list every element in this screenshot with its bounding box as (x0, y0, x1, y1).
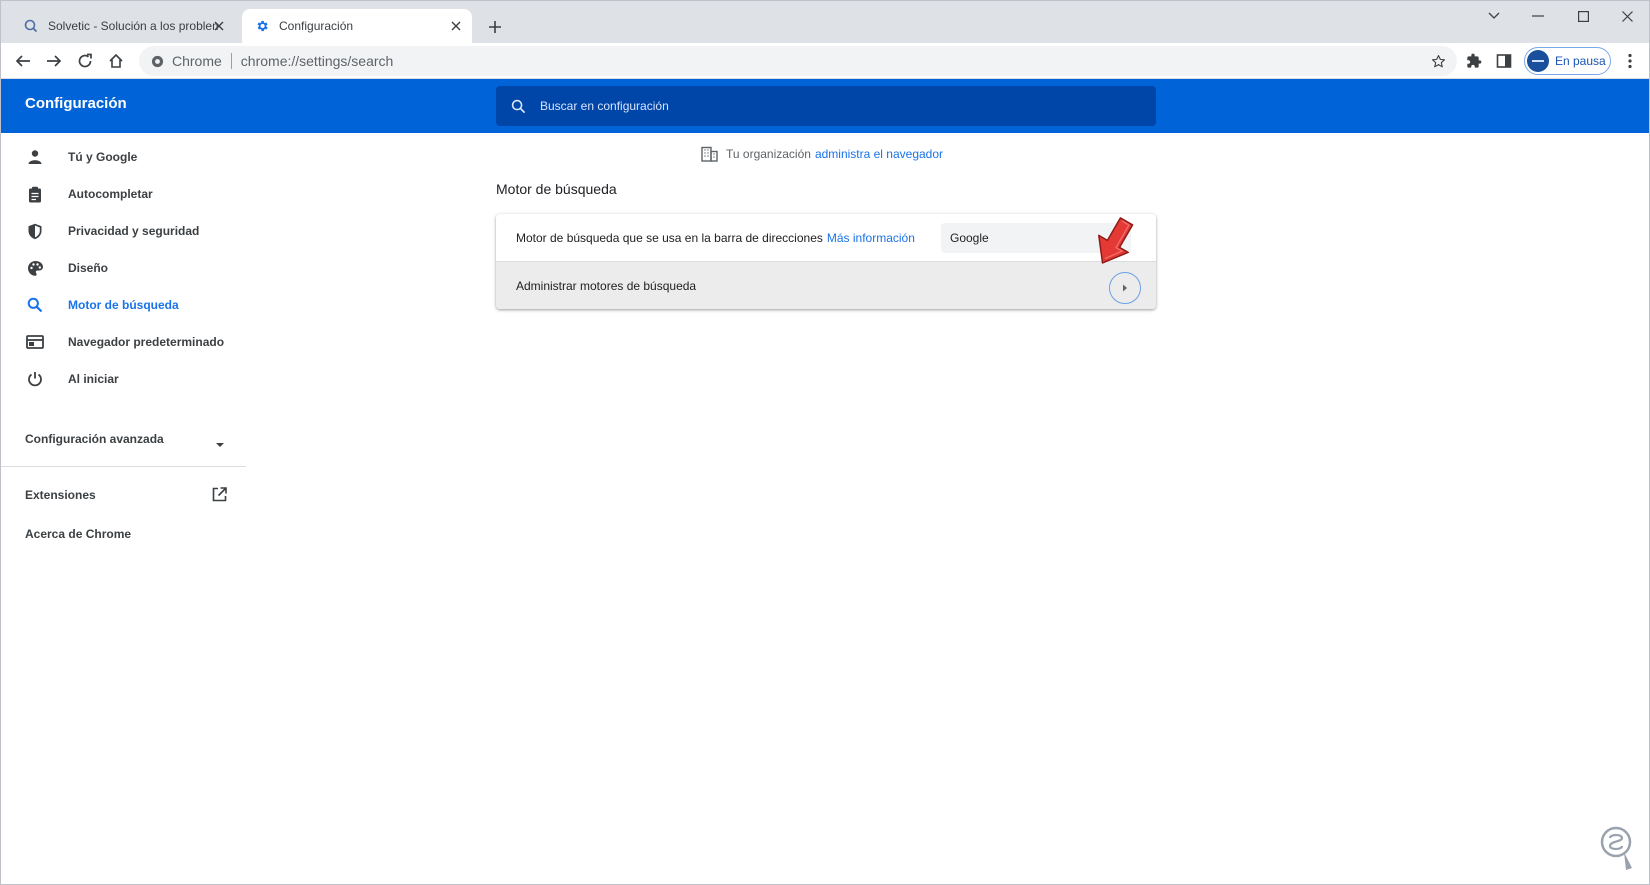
managed-link[interactable]: administra el navegador (815, 147, 943, 161)
clipboard-icon (25, 184, 45, 204)
minimize-icon[interactable] (1515, 1, 1561, 31)
side-panel-icon[interactable] (1490, 47, 1518, 75)
back-icon[interactable] (9, 47, 37, 75)
sidebar-item-on-startup[interactable]: Al iniciar (1, 360, 246, 398)
url-text[interactable]: chrome://settings/search (241, 53, 394, 69)
site-info[interactable]: Chrome (151, 53, 222, 69)
extensions-label: Extensiones (25, 488, 96, 502)
caret-down-icon[interactable] (215, 435, 225, 453)
open-subpage-button[interactable] (1109, 272, 1141, 304)
extensions-puzzle-icon[interactable] (1460, 47, 1488, 75)
shield-icon (25, 221, 45, 241)
tab-title: Solvetic - Solución a los problem (48, 19, 218, 33)
tab-search-icon[interactable] (1471, 1, 1517, 31)
avatar (1527, 50, 1549, 72)
search-icon (508, 96, 528, 116)
close-tab-icon[interactable] (211, 18, 227, 34)
sidebar-item-label: Autocompletar (68, 187, 153, 201)
sidebar-item-appearance[interactable]: Diseño (1, 249, 246, 287)
search-engine-card: Motor de búsqueda que se usa en la barra… (496, 214, 1156, 309)
about-label: Acerca de Chrome (25, 527, 132, 541)
managed-text: Tu organización (726, 147, 811, 161)
building-icon (701, 146, 718, 162)
tab-solvetic[interactable]: Solvetic - Solución a los problem (13, 9, 235, 43)
advanced-label: Configuración avanzada (25, 432, 164, 446)
tab-title: Configuración (279, 19, 354, 33)
gear-icon (254, 18, 270, 34)
power-icon (25, 369, 45, 389)
section-title: Motor de búsqueda (496, 181, 617, 197)
tab-strip: Solvetic - Solución a los problem Config… (1, 1, 1649, 43)
learn-more-link[interactable]: Más información (827, 231, 915, 245)
person-icon (25, 147, 45, 167)
solvetic-logo-icon (1600, 826, 1632, 870)
profile-button[interactable]: En pausa (1524, 47, 1611, 75)
reload-icon[interactable] (71, 47, 99, 75)
sidebar-item-label: Privacidad y seguridad (68, 224, 200, 238)
sidebar-item-privacy[interactable]: Privacidad y seguridad (1, 212, 246, 250)
profile-status: En pausa (1555, 54, 1606, 68)
page-title: Configuración (25, 95, 127, 112)
external-link-icon[interactable] (212, 487, 227, 507)
browser-icon (25, 332, 45, 352)
settings-header: Configuración Buscar en configuración (1, 79, 1649, 133)
sidebar-divider (1, 466, 246, 467)
sidebar-item-label: Tú y Google (68, 150, 138, 164)
engine-row: Motor de búsqueda que se usa en la barra… (496, 214, 1156, 261)
tab-configuracion[interactable]: Configuración (242, 9, 472, 43)
bookmark-star-icon[interactable] (1427, 50, 1449, 72)
forward-icon[interactable] (40, 47, 68, 75)
settings-search-input[interactable]: Buscar en configuración (496, 86, 1156, 126)
engine-label: Motor de búsqueda que se usa en la barra… (516, 230, 823, 245)
manage-label: Administrar motores de búsqueda (516, 278, 697, 293)
close-tab-icon[interactable] (448, 18, 464, 34)
sidebar-item-label: Diseño (68, 261, 109, 275)
pointer-arrow-icon (1098, 217, 1134, 264)
site-label: Chrome (172, 53, 222, 69)
manage-search-engines-row[interactable]: Administrar motores de búsqueda (496, 261, 1156, 309)
maximize-icon[interactable] (1560, 1, 1606, 31)
managed-notice: Tu organización administra el navegador (701, 144, 943, 164)
search-icon (25, 295, 45, 315)
palette-icon (25, 258, 45, 278)
sidebar-item-extensions[interactable]: Extensiones (25, 488, 96, 502)
new-tab-icon[interactable] (483, 15, 507, 39)
sidebar-item-search-engine[interactable]: Motor de búsqueda (1, 286, 246, 324)
search-placeholder: Buscar en configuración (540, 99, 669, 113)
sidebar-item-you-and-google[interactable]: Tú y Google (1, 138, 246, 176)
sidebar-item-about-chrome[interactable]: Acerca de Chrome (25, 527, 131, 541)
close-window-icon[interactable] (1604, 1, 1649, 31)
omnibox-separator (230, 53, 232, 69)
select-value: Google (950, 231, 989, 245)
more-menu-icon[interactable] (1616, 47, 1644, 75)
chrome-icon (151, 55, 164, 68)
chevron-right-icon (1122, 284, 1128, 292)
advanced-settings-toggle[interactable]: Configuración avanzada (25, 432, 164, 446)
solvetic-favicon (23, 18, 39, 34)
sidebar-item-label: Navegador predeterminado (68, 335, 225, 349)
browser-toolbar: Chrome chrome://settings/search En pausa (1, 43, 1649, 79)
settings-sidebar: Tú y Google Autocompletar Privacidad y s… (1, 133, 246, 884)
address-bar[interactable]: Chrome chrome://settings/search (139, 46, 1457, 76)
sidebar-item-default-browser[interactable]: Navegador predeterminado (1, 323, 246, 361)
sidebar-item-label: Motor de búsqueda (68, 298, 179, 312)
home-icon[interactable] (102, 47, 130, 75)
browser-window: Solvetic - Solución a los problem Config… (0, 0, 1650, 885)
sidebar-item-autofill[interactable]: Autocompletar (1, 175, 246, 213)
sidebar-item-label: Al iniciar (68, 372, 119, 386)
